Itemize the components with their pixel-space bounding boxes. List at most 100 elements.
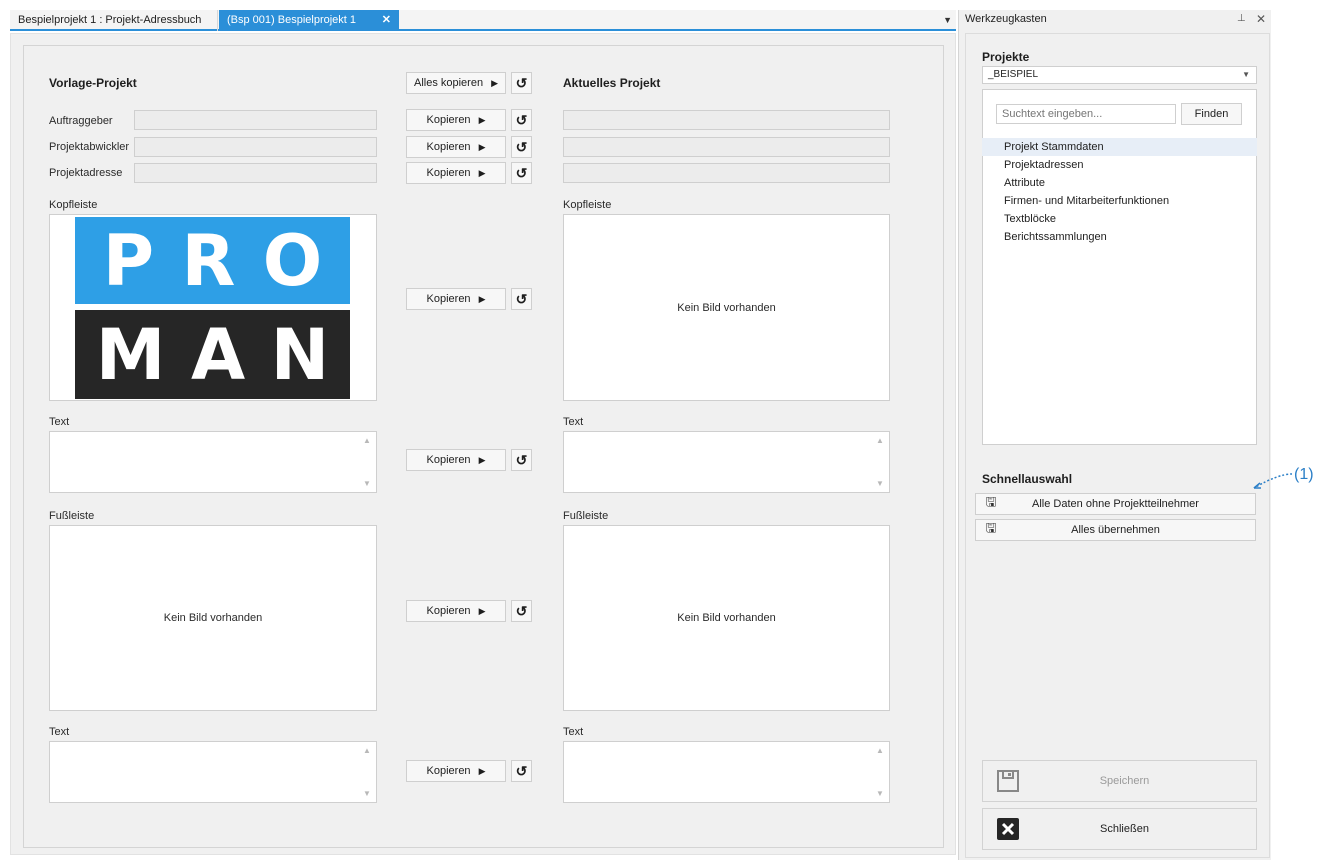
undo-text1-button[interactable]: ↺ <box>511 449 532 471</box>
list-item-firmen-mitarbeiterfunktionen[interactable]: Firmen- und Mitarbeiterfunktionen <box>982 192 1257 210</box>
projektadresse-label: Projektadresse <box>49 167 123 179</box>
text2-aktuell-label: Text <box>563 726 584 738</box>
kopieren-text1-button[interactable]: Kopieren ▶ <box>406 449 506 471</box>
arrow-right-icon: ▶ <box>478 605 486 616</box>
fussleiste-vorlage-label: Fußleiste <box>49 510 95 522</box>
text1-aktuell-label: Text <box>563 416 584 428</box>
scrollbar[interactable]: ▲ ▼ <box>360 742 376 802</box>
scroll-down-icon[interactable]: ▼ <box>876 479 884 488</box>
kopfleiste-aktuell-label: Kopfleiste <box>563 199 612 211</box>
scrollbar[interactable]: ▲ ▼ <box>873 432 889 492</box>
proman-logo: P R O M A N <box>75 217 350 399</box>
scroll-up-icon[interactable]: ▲ <box>876 436 884 445</box>
kopieren-kopfleiste-button[interactable]: Kopieren ▶ <box>406 288 506 310</box>
list-item-textbloecke[interactable]: Textblöcke <box>982 210 1257 228</box>
select-value: _BEISPIEL <box>988 69 1039 80</box>
text1-aktuell-textarea[interactable]: ▲ ▼ <box>563 431 890 493</box>
alles-uebernehmen-button[interactable]: 🖫 Alles übernehmen <box>975 519 1256 541</box>
kein-bild-text: Kein Bild vorhanden <box>677 612 776 624</box>
search-input[interactable] <box>996 104 1176 124</box>
undo-projektabwickler-button[interactable]: ↺ <box>511 136 532 158</box>
projekt-select[interactable]: _BEISPIEL ▼ <box>982 66 1257 84</box>
button-label: Alles übernehmen <box>1071 524 1160 536</box>
tab-projekt-adressbuch[interactable]: Bespielprojekt 1 : Projekt-Adressbuch <box>10 10 218 31</box>
tab-close-icon[interactable]: ✕ <box>382 10 391 31</box>
logo-letter: R <box>181 219 236 302</box>
list-item-projektadressen[interactable]: Projektadressen <box>982 156 1257 174</box>
button-label: Schließen <box>1100 823 1149 835</box>
undo-icon: ↺ <box>515 74 528 91</box>
text2-aktuell-textarea[interactable]: ▲ ▼ <box>563 741 890 803</box>
kopieren-text2-button[interactable]: Kopieren ▶ <box>406 760 506 782</box>
projektadresse-aktuell-field[interactable] <box>563 163 890 183</box>
kopieren-auftraggeber-button[interactable]: Kopieren ▶ <box>406 109 506 131</box>
arrow-right-icon: ▶ <box>478 167 486 178</box>
tab-label: (Bsp 001) Bespielprojekt 1 <box>227 14 357 26</box>
undo-auftraggeber-button[interactable]: ↺ <box>511 109 532 131</box>
auftraggeber-vorlage-field[interactable] <box>134 110 377 130</box>
projekte-heading: Projekte <box>982 50 1030 64</box>
close-icon[interactable]: ✕ <box>1256 12 1266 26</box>
undo-kopfleiste-button[interactable]: ↺ <box>511 288 532 310</box>
aktuelles-heading: Aktuelles Projekt <box>563 76 661 90</box>
schnellauswahl-heading: Schnellauswahl <box>982 472 1073 486</box>
scrollbar[interactable]: ▲ ▼ <box>873 742 889 802</box>
kein-bild-text: Kein Bild vorhanden <box>163 612 263 624</box>
annotation-arrow-icon <box>1253 473 1293 489</box>
button-label: Finden <box>1194 108 1229 120</box>
text1-vorlage-textarea[interactable]: ▲ ▼ <box>49 431 377 493</box>
logo-bottom: M A N <box>75 310 350 399</box>
button-label: Kopieren <box>426 141 471 153</box>
text2-vorlage-textarea[interactable]: ▲ ▼ <box>49 741 377 803</box>
text2-vorlage-label: Text <box>49 726 70 738</box>
projektabwickler-vorlage-field[interactable] <box>134 137 377 157</box>
pin-icon[interactable]: ⊥ <box>1237 13 1246 24</box>
tab-beispielprojekt[interactable]: (Bsp 001) Bespielprojekt 1 ✕ <box>219 10 399 31</box>
scroll-down-icon[interactable]: ▼ <box>876 789 884 798</box>
fussleiste-aktuell-label: Fußleiste <box>563 510 609 522</box>
kopieren-fussleiste-button[interactable]: Kopieren ▶ <box>406 600 506 622</box>
list-item-projekt-stammdaten[interactable]: Projekt Stammdaten <box>982 138 1257 156</box>
save-partial-icon: 🖫 <box>985 494 997 509</box>
auftraggeber-aktuell-field[interactable] <box>563 110 890 130</box>
kopfleiste-vorlage-label: Kopfleiste <box>49 199 98 211</box>
projektabwickler-label: Projektabwickler <box>49 141 130 153</box>
speichern-button[interactable]: Speichern <box>982 760 1257 802</box>
text1-vorlage-label: Text <box>49 416 70 428</box>
scroll-up-icon[interactable]: ▲ <box>363 746 371 755</box>
logo-letter: P <box>102 219 155 302</box>
schliessen-button[interactable]: Schließen <box>982 808 1257 850</box>
projektabwickler-aktuell-field[interactable] <box>563 137 890 157</box>
kopieren-projektabwickler-button[interactable]: Kopieren ▶ <box>406 136 506 158</box>
logo-letter: A <box>190 313 246 396</box>
arrow-right-icon: ▶ <box>478 765 486 776</box>
undo-text2-button[interactable]: ↺ <box>511 760 532 782</box>
kein-bild-text: Kein Bild vorhanden <box>677 301 776 314</box>
undo-icon: ↺ <box>515 290 528 307</box>
scroll-up-icon[interactable]: ▲ <box>363 436 371 445</box>
finden-button[interactable]: Finden <box>1181 103 1242 125</box>
scroll-up-icon[interactable]: ▲ <box>876 746 884 755</box>
undo-fussleiste-button[interactable]: ↺ <box>511 600 532 622</box>
tab-label: Bespielprojekt 1 : Projekt-Adressbuch <box>18 14 202 26</box>
list-item-berichtssammlungen[interactable]: Berichtssammlungen <box>982 228 1257 246</box>
scrollbar[interactable]: ▲ ▼ <box>360 432 376 492</box>
close-box-icon <box>983 818 1033 840</box>
kopieren-projektadresse-button[interactable]: Kopieren ▶ <box>406 162 506 184</box>
scroll-down-icon[interactable]: ▼ <box>363 479 371 488</box>
scroll-down-icon[interactable]: ▼ <box>363 789 371 798</box>
button-label: Kopieren <box>426 605 471 617</box>
undo-icon: ↺ <box>515 138 528 155</box>
undo-icon: ↺ <box>515 111 528 128</box>
tab-dropdown-icon[interactable]: ▼ <box>943 10 952 31</box>
alle-daten-ohne-projektteilnehmer-button[interactable]: 🖫 Alle Daten ohne Projektteilnehmer <box>975 493 1256 515</box>
alles-kopieren-button[interactable]: Alles kopieren ▶ <box>406 72 506 94</box>
button-label: Kopieren <box>426 765 471 777</box>
undo-all-button[interactable]: ↺ <box>511 72 532 94</box>
list-item-attribute[interactable]: Attribute <box>982 174 1257 192</box>
arrow-right-icon: ▶ <box>491 77 498 88</box>
arrow-right-icon: ▶ <box>478 141 486 152</box>
button-label: Alle Daten ohne Projektteilnehmer <box>1032 498 1199 510</box>
projektadresse-vorlage-field[interactable] <box>134 163 377 183</box>
undo-projektadresse-button[interactable]: ↺ <box>511 162 532 184</box>
